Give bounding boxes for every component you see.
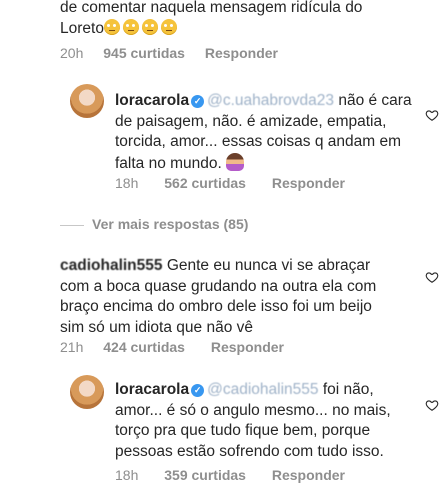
- reply2-text: loracarola ✓ @cadiohalin555 foi não, amor.…: [115, 380, 445, 462]
- comment-top-text: de comentar naquela mensagem ridícula do…: [60, 0, 440, 39]
- comment-top-line1: de comentar naquela mensagem ridícula do: [60, 0, 363, 16]
- woman-shrugging-emoji-icon: [226, 152, 245, 171]
- reply2-meta: 18h 359 curtidas Responder: [115, 467, 345, 483]
- reply1-mention[interactable]: @c.uahabrovda23: [207, 92, 334, 109]
- comment-top-likes[interactable]: 945 curtidas: [103, 45, 185, 61]
- reply1-line3: torcida, amor... essas coisas q andam em: [115, 133, 402, 150]
- comment2-text: cadiohalin555 Gente eu nunca vi se abraç…: [60, 256, 430, 338]
- reply2-time: 18h: [115, 467, 139, 483]
- reply1-likes[interactable]: 562 curtidas: [164, 175, 246, 191]
- reply1-line1: não é cara: [338, 92, 412, 109]
- comment2-likes[interactable]: 424 curtidas: [103, 339, 185, 355]
- comment2-line2: com a boca quase grudando na outra ela c…: [60, 277, 377, 295]
- avatar[interactable]: [70, 375, 104, 409]
- heart-outline-icon[interactable]: [425, 398, 439, 412]
- verified-badge-icon: ✓: [191, 95, 205, 108]
- reply1-line2: de paisagem, não. é amizade, empatia,: [115, 112, 387, 130]
- comment-top-time: 20h: [60, 45, 84, 61]
- reply2-line4: pessoas estão sofrendo com tudo isso.: [115, 442, 384, 460]
- comment2-meta: 21h 424 curtidas Responder: [60, 339, 284, 355]
- reply1-meta: 18h 562 curtidas Responder: [115, 175, 345, 191]
- heart-outline-icon[interactable]: [425, 270, 439, 284]
- comment-top-reply-button[interactable]: Responder: [205, 45, 278, 61]
- reply2-line3: torço pra que tudo fique bem, porque: [115, 422, 371, 439]
- reply2-line1: foi não,: [322, 381, 374, 398]
- rolling-eyes-emoji-icon: [103, 18, 180, 37]
- comment2-line4: sim só um idiota que não vê: [60, 318, 253, 336]
- view-more-replies-button[interactable]: Ver mais respostas (85): [92, 216, 248, 232]
- reply1-line4: falta no mundo.: [115, 154, 222, 172]
- reply1-time: 18h: [115, 175, 139, 191]
- reply2-mention[interactable]: @cadiohalin555: [207, 381, 318, 398]
- divider: [60, 225, 84, 226]
- comment2-line1: Gente eu nunca vi se abraçar: [166, 257, 371, 274]
- reply2-line2: amor... é só o angulo mesmo... no mais,: [115, 401, 391, 419]
- comment2-username[interactable]: cadiohalin555: [60, 257, 163, 274]
- reply1-text: loracarola ✓ @c.uahabrovda23 não é cara de…: [115, 91, 445, 174]
- comment2-time: 21h: [60, 339, 84, 355]
- reply1-username[interactable]: loracarola: [115, 92, 189, 109]
- verified-badge-icon: ✓: [191, 384, 205, 397]
- reply1-reply-button[interactable]: Responder: [272, 175, 345, 191]
- heart-outline-icon[interactable]: [425, 108, 439, 122]
- comment2-reply-button[interactable]: Responder: [211, 339, 284, 355]
- reply2-likes[interactable]: 359 curtidas: [164, 467, 246, 483]
- avatar[interactable]: [70, 84, 104, 118]
- comment-top-line2: Loreto: [60, 18, 440, 40]
- comment-top-meta: 20h 945 curtidas Responder: [60, 45, 278, 61]
- comment2-line3: braço encima do ombro dele isso foi um b…: [60, 298, 372, 315]
- reply2-reply-button[interactable]: Responder: [272, 467, 345, 483]
- reply2-username[interactable]: loracarola: [115, 381, 189, 398]
